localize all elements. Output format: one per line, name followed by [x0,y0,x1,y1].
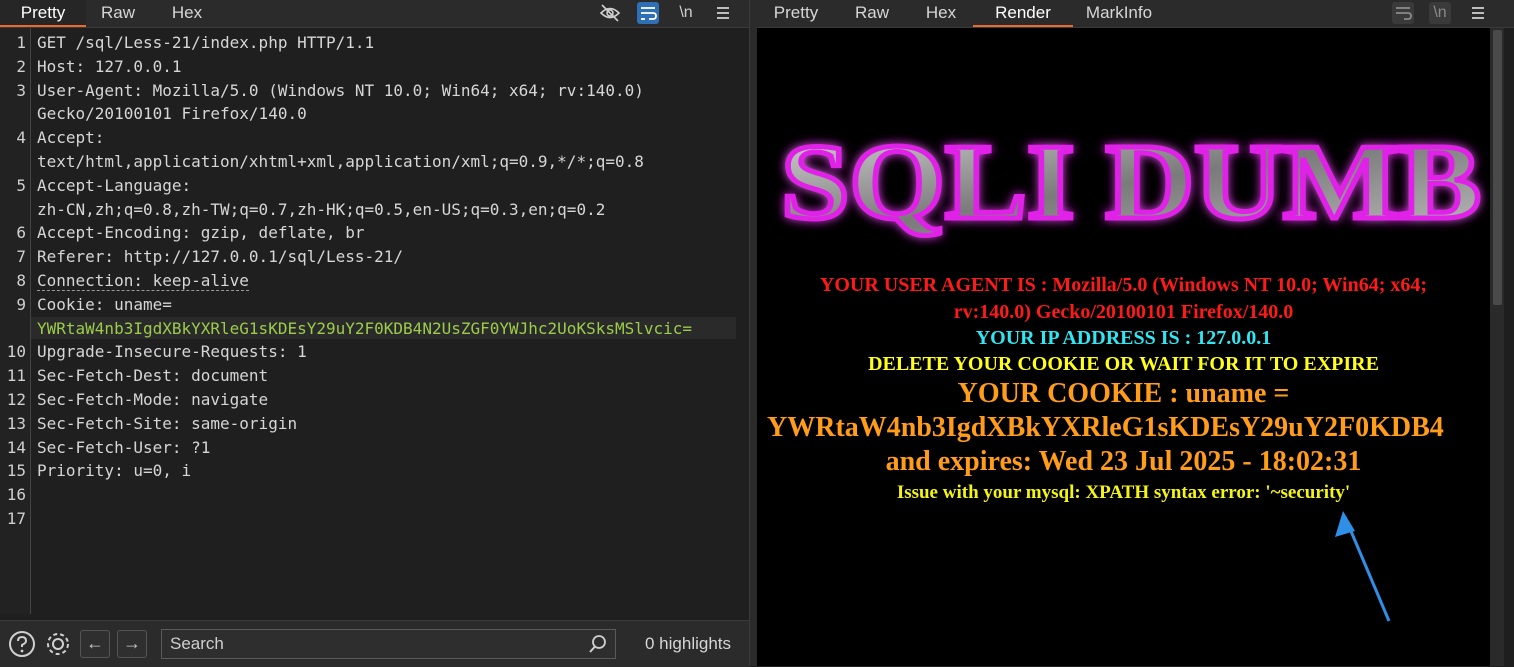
request-line[interactable]: Priority: u=0, i [37,461,191,480]
wrap-lines-icon[interactable] [637,2,659,24]
line-number: 5 [16,176,26,195]
wrap-lines-icon[interactable] [1392,2,1414,24]
request-line[interactable]: Accept: [37,128,104,147]
rendered-response: SQLI DUMB YOUR USER AGENT IS : Mozilla/5… [757,28,1490,666]
next-match-button[interactable]: → [117,630,147,658]
request-line[interactable]: GET /sql/Less-21/index.php HTTP/1.1 [37,33,374,52]
eye-off-icon[interactable] [599,2,621,24]
cookie-expires-line: and expires: Wed 23 Jul 2025 - 18:02:31 [885,446,1362,477]
line-number: 6 [16,223,26,242]
tab-pretty[interactable]: Pretty [765,0,827,27]
tab-raw[interactable]: Raw [88,0,148,27]
line-number: 3 [16,81,26,100]
tab-render[interactable]: Render [973,0,1073,27]
line-number: 7 [16,247,26,266]
settings-gear-icon[interactable] [43,629,73,659]
newline-icon[interactable]: \n [675,2,697,24]
highlights-count: 0 highlights [645,634,732,653]
request-line[interactable]: Accept-Encoding: gzip, deflate, br [37,223,365,242]
response-panel: Pretty Raw Hex Render MarkInfo \n SQLI D… [757,0,1514,666]
scrollbar-thumb[interactable] [1493,30,1502,305]
banner-text: SQLI DUMB [781,123,1481,242]
line-number: 10 [6,342,26,361]
tab-pretty[interactable]: Pretty [0,0,86,27]
newline-icon[interactable]: \n [1429,2,1451,24]
help-icon[interactable] [7,629,37,659]
user-agent-line-2: rv:140.0) Gecko/20100101 Firefox/140.0 [953,301,1294,323]
ip-address-line: YOUR IP ADDRESS IS : 127.0.0.1 [975,327,1272,349]
search-icon[interactable] [588,634,608,654]
tab-hex[interactable]: Hex [921,0,961,27]
line-number: 16 [6,485,26,504]
mysql-error-line: Issue with your mysql: XPATH syntax erro… [896,482,1351,503]
tab-raw[interactable]: Raw [847,0,897,27]
response-tabbar: Pretty Raw Hex Render MarkInfo \n [757,0,1514,28]
request-line[interactable]: Sec-Fetch-User: ?1 [37,438,210,457]
line-number: 4 [16,128,26,147]
user-agent-line-1: YOUR USER AGENT IS : Mozilla/5.0 (Window… [819,274,1428,296]
annotation-arrow-icon [1335,511,1391,622]
cookie-value-line[interactable]: YWRtaW4nb3IgdXBkYXRleG1sKDEsY29uY2F0KDB4… [37,319,692,338]
request-line[interactable]: Sec-Fetch-Site: same-origin [37,414,297,433]
line-number: 14 [6,438,26,457]
request-tabbar: Pretty Raw Hex \n [0,0,749,28]
request-line[interactable]: Sec-Fetch-Mode: navigate [37,390,268,409]
line-number: 13 [6,414,26,433]
line-number: 9 [16,295,26,314]
request-line[interactable]: Referer: http://127.0.0.1/sql/Less-21/ [37,247,403,266]
sqli-dumb-banner-logo: SQLI DUMB [779,121,1484,245]
request-line[interactable]: Host: 127.0.0.1 [37,57,182,76]
line-number: 12 [6,390,26,409]
line-number: 11 [6,366,26,385]
panel-edge [1504,28,1514,666]
line-number: 8 [16,271,26,290]
request-line[interactable]: zh-CN,zh;q=0.8,zh-TW;q=0.7,zh-HK;q=0.5,e… [37,200,605,219]
cookie-label: YOUR COOKIE : uname = [957,378,1290,409]
request-line[interactable]: Sec-Fetch-Dest: document [37,366,268,385]
request-line[interactable]: text/html,application/xhtml+xml,applicat… [37,152,644,171]
line-number: 2 [16,57,26,76]
line-number: 1 [16,33,26,52]
search-bar: ← → 0 highlights [0,620,749,667]
request-line[interactable]: Accept-Language: [37,176,191,195]
line-number: 17 [6,509,26,528]
previous-match-button[interactable]: ← [80,630,110,658]
request-line[interactable]: Upgrade-Insecure-Requests: 1 [37,342,307,361]
request-line[interactable]: Gecko/20100101 Firefox/140.0 [37,104,307,123]
search-input[interactable] [161,629,616,659]
tab-hex[interactable]: Hex [160,0,214,27]
request-panel: Pretty Raw Hex \n 1 2 3 4 5 6 7 8 9 10 11 12 13 14 15 1… [0,0,749,667]
menu-icon[interactable] [1467,2,1489,24]
request-line[interactable]: User-Agent: Mozilla/5.0 (Windows NT 10.0… [37,81,644,100]
tab-markinfo[interactable]: MarkInfo [1079,0,1159,27]
delete-cookie-line: DELETE YOUR COOKIE OR WAIT FOR IT TO EXP… [868,353,1379,375]
cookie-value: YWRtaW4nb3IgdXBkYXRleG1sKDEsY29uY2F0KDB4 [767,412,1444,443]
line-number-gutter: 1 2 3 4 5 6 7 8 9 10 11 12 13 14 15 16 17 [0,28,31,614]
request-line[interactable]: Cookie: uname= [37,295,172,314]
request-line[interactable]: Connection: keep-alive [37,271,249,291]
line-number: 15 [6,461,26,480]
menu-icon[interactable] [712,2,734,24]
